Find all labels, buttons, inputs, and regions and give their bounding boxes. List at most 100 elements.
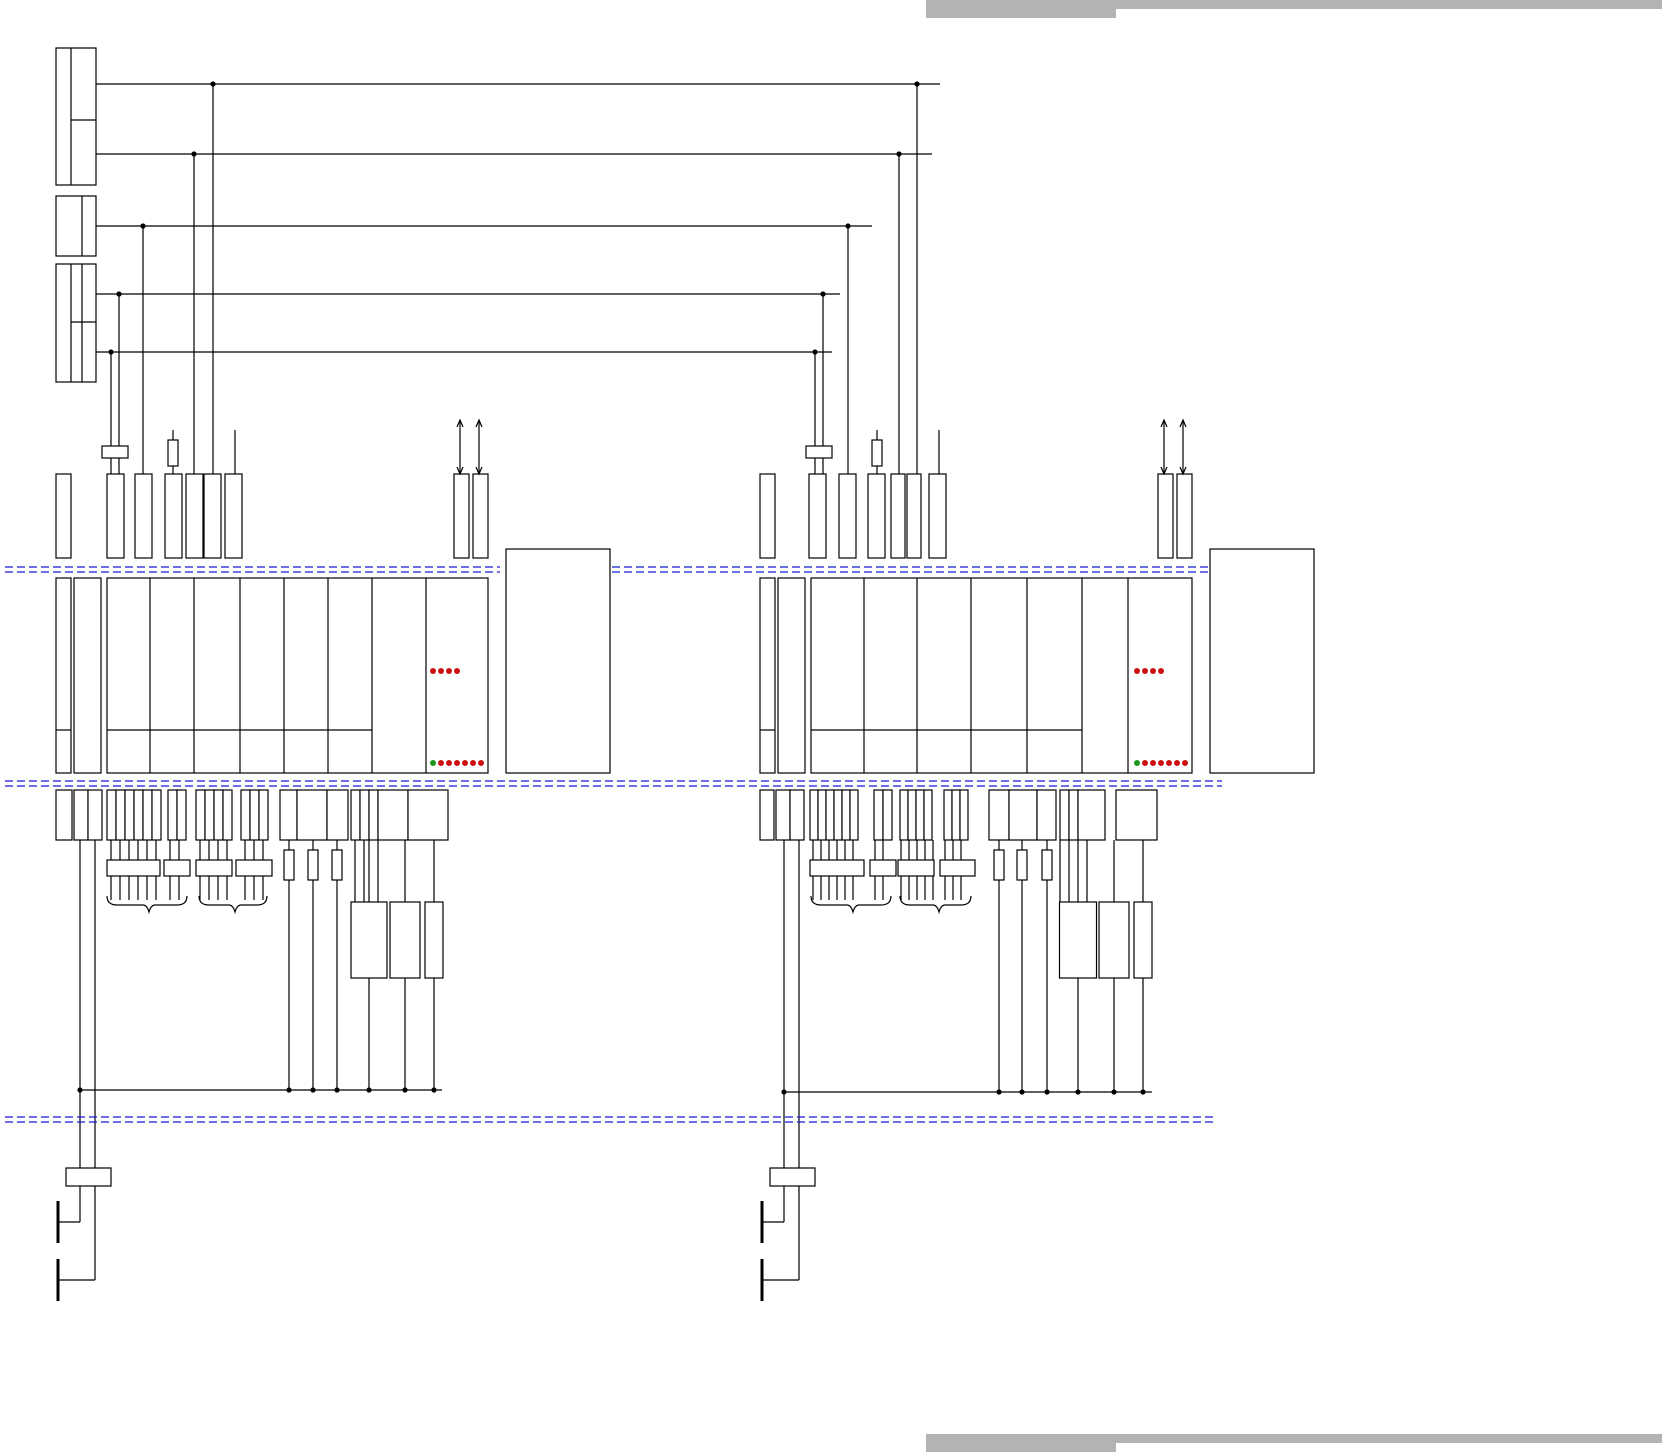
terminal-block [867, 473, 886, 559]
status-lamp [1142, 668, 1148, 674]
lower-terminal [951, 789, 961, 841]
io-connector [869, 859, 897, 877]
lower-terminal [899, 789, 909, 841]
lower-terminal [124, 789, 135, 841]
terminal-block [808, 473, 827, 559]
footer-bar [926, 1434, 1662, 1452]
bus-source-block-middle [55, 195, 97, 257]
lower-terminal [249, 789, 260, 841]
header-bar-dark [926, 0, 1116, 18]
state-lamp [470, 760, 476, 766]
relay-coil [1058, 901, 1098, 979]
lower-terminal [841, 789, 851, 841]
lower-terminal [204, 789, 215, 841]
control-unit-right [759, 84, 1315, 1301]
lower-terminal [359, 789, 370, 841]
control-unit-left [55, 84, 611, 1301]
terminal-block [224, 473, 243, 559]
terminal-block [1176, 473, 1193, 559]
lower-terminal [988, 789, 1010, 841]
state-lamp [454, 760, 460, 766]
state-lamp [430, 760, 436, 766]
connector-block [101, 445, 129, 459]
schematic-diagram [0, 0, 1662, 1452]
lower-terminal [873, 789, 884, 841]
lower-terminal [142, 789, 153, 841]
terminal-block-pe [759, 473, 776, 559]
lower-terminal [1077, 789, 1106, 841]
terminal-block [890, 473, 906, 559]
lower-terminal [817, 789, 827, 841]
lower-terminal [258, 789, 269, 841]
io-connector [163, 859, 191, 877]
status-lamp [1158, 668, 1164, 674]
lower-terminal [151, 789, 162, 841]
rack-frame [106, 577, 489, 774]
status-lamp [430, 668, 436, 674]
lower-terminal [407, 789, 449, 841]
status-lamp [1134, 668, 1140, 674]
side-panel [1209, 548, 1315, 774]
lower-terminal [326, 789, 349, 841]
ground-junction [781, 1089, 787, 1095]
lower-terminal [296, 789, 328, 841]
fuse [307, 849, 319, 881]
earth-terminal [65, 1167, 112, 1187]
fuse [1016, 849, 1028, 881]
group-brace [810, 895, 892, 915]
lower-terminal [377, 789, 409, 841]
lower-terminal [195, 789, 206, 841]
rack-slot-narrow [759, 577, 776, 774]
terminal-block [185, 473, 204, 559]
lower-terminal [87, 789, 103, 841]
lower-terminal [907, 789, 917, 841]
fuse [1041, 849, 1053, 881]
footer-bar-dark [926, 1434, 1116, 1452]
bus-source-block-bottom [55, 263, 97, 383]
terminal-block [203, 473, 222, 559]
lower-terminal [833, 789, 843, 841]
wiring-diagram-canvas [5, 0, 1662, 1452]
relay-coil [350, 901, 388, 979]
fuse [331, 849, 343, 881]
rack-frame [810, 577, 1193, 774]
lower-terminal [213, 789, 224, 841]
rack-slot-narrow [55, 577, 72, 774]
relay-coil [1133, 901, 1153, 979]
state-lamp [1134, 760, 1140, 766]
lower-terminal [775, 789, 791, 841]
lower-terminal [368, 789, 379, 841]
lower-terminal [882, 789, 893, 841]
terminal-block [106, 473, 125, 559]
io-connector [235, 859, 273, 877]
lower-terminal [55, 789, 73, 841]
rack-slot-psu [73, 577, 102, 774]
bus-junction-dots [108, 81, 920, 355]
terminal-block [164, 473, 183, 559]
lower-terminal [176, 789, 187, 841]
relay-coil [389, 901, 421, 979]
lower-terminal [943, 789, 953, 841]
terminal-block [838, 473, 857, 559]
terminal-block [928, 473, 947, 559]
connector-block [805, 445, 833, 459]
state-lamp [446, 760, 452, 766]
lower-terminal [115, 789, 126, 841]
lower-terminal [759, 789, 775, 841]
status-lamp [446, 668, 452, 674]
io-connector [106, 859, 161, 877]
state-lamp [438, 760, 444, 766]
state-lamp [1182, 760, 1188, 766]
lower-terminal [279, 789, 298, 841]
header-bar-light [1116, 0, 1662, 9]
io-connector [897, 859, 935, 877]
io-connector [939, 859, 976, 877]
fuse [167, 439, 179, 467]
lower-terminal [167, 789, 178, 841]
fuse [871, 439, 883, 467]
lower-terminal [825, 789, 835, 841]
lower-terminal [222, 789, 233, 841]
terminal-block [453, 473, 470, 559]
lower-terminal [809, 789, 819, 841]
status-lamp [438, 668, 444, 674]
